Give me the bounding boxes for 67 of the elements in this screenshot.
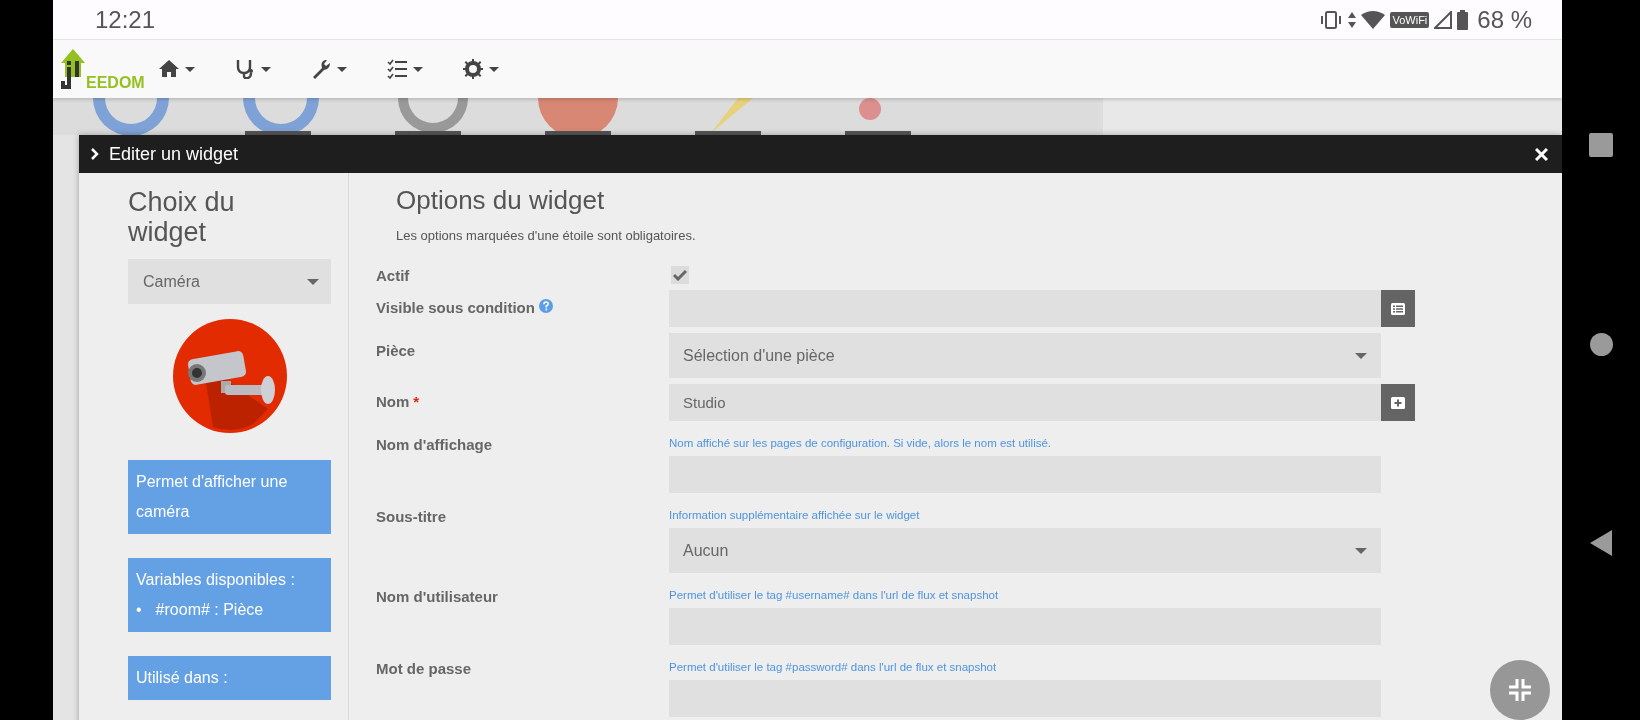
caret-icon: [260, 66, 271, 72]
field-label: Nom d'affichage: [376, 436, 493, 453]
close-icon: [1535, 147, 1548, 161]
form-title: Options du widget: [396, 185, 606, 216]
required-mark: *: [413, 393, 420, 410]
stethoscope-icon: [234, 59, 255, 79]
variable-item: #room# : Pièce: [155, 600, 264, 620]
list-button[interactable]: [1381, 290, 1415, 327]
field-label: Visible sous condition: [376, 299, 535, 316]
caret-icon: [412, 66, 423, 72]
camera-icon: [172, 319, 287, 433]
exit-fullscreen-button[interactable]: [1490, 660, 1550, 720]
field-hint: Nom affiché sur les pages de configuration. Si vide, alors le nom est utilisé.: [669, 436, 1053, 451]
status-time: 12:21: [95, 5, 156, 34]
plus-icon: [1391, 396, 1405, 409]
data-arrows-icon: [1348, 10, 1357, 29]
gear-icon: [462, 59, 483, 79]
caret-icon: [1355, 352, 1367, 359]
add-button[interactable]: [1381, 384, 1415, 421]
check-icon: [673, 269, 687, 281]
caret-icon: [488, 66, 499, 72]
sidebar-title: Choix du widget: [128, 187, 236, 247]
field-label: Pièce: [376, 342, 416, 359]
vibrate-icon: [1319, 10, 1344, 29]
compress-icon: [1508, 678, 1532, 702]
list-icon: [1391, 302, 1405, 315]
checklist-icon: [386, 59, 407, 79]
circle-icon: [1589, 333, 1613, 356]
triangle-icon: [1590, 530, 1612, 556]
house-icon: [59, 47, 85, 91]
field-hint: Permet d'utiliser le tag #password# dans l'url de flux et snapshot: [669, 660, 998, 675]
caret-icon: [307, 278, 319, 285]
square-icon: [1589, 133, 1613, 157]
battery-icon: [1457, 9, 1469, 30]
widget-type-select[interactable]: Caméra: [128, 259, 331, 304]
close-button[interactable]: [1533, 145, 1550, 163]
chevron-right-icon: [91, 148, 99, 160]
field-label: Actif: [376, 267, 410, 284]
dropdown[interactable]: Aucun: [669, 528, 1381, 573]
field-hint: Information supplémentaire affichée sur le widget: [669, 508, 921, 523]
field-label: Nom d'utilisateur: [376, 588, 498, 605]
signal-icon: [1434, 10, 1453, 29]
battery-percentage: 68 %: [1477, 5, 1532, 34]
field-label: Nom: [376, 393, 410, 410]
usage-panel: Utilisé dans :: [128, 656, 331, 700]
logo-text: EEDOM: [86, 75, 145, 91]
field-label: Mot de passe: [376, 660, 472, 677]
help-icon[interactable]: [538, 299, 553, 313]
bullet: •: [136, 600, 142, 620]
text-field[interactable]: [669, 290, 1381, 327]
variables-title: Variables disponibles :: [136, 570, 296, 590]
checkbox[interactable]: [671, 266, 689, 284]
home-icon: [158, 59, 179, 79]
form-note: Les options marquées d'une étoile sont obligatoires.: [396, 228, 697, 243]
text-field[interactable]: Studio: [669, 384, 1381, 421]
description-panel: Permet d'afficher une caméra: [128, 460, 331, 534]
home-button[interactable]: [1589, 333, 1613, 356]
vowifi-badge: VoWiFi: [1390, 11, 1430, 28]
caret-icon: [184, 66, 195, 72]
wifi-icon: [1361, 10, 1386, 29]
dropdown[interactable]: Sélection d'une pièce: [669, 333, 1381, 378]
caret-icon: [1355, 547, 1367, 554]
caret-icon: [336, 66, 347, 72]
modal-title: Editer un widget: [109, 143, 240, 165]
back-button[interactable]: [1590, 530, 1612, 556]
field-label: Sous-titre: [376, 508, 446, 525]
field-hint: Permet d'utiliser le tag #username# dans l'url de flux et snapshot: [669, 588, 1000, 603]
